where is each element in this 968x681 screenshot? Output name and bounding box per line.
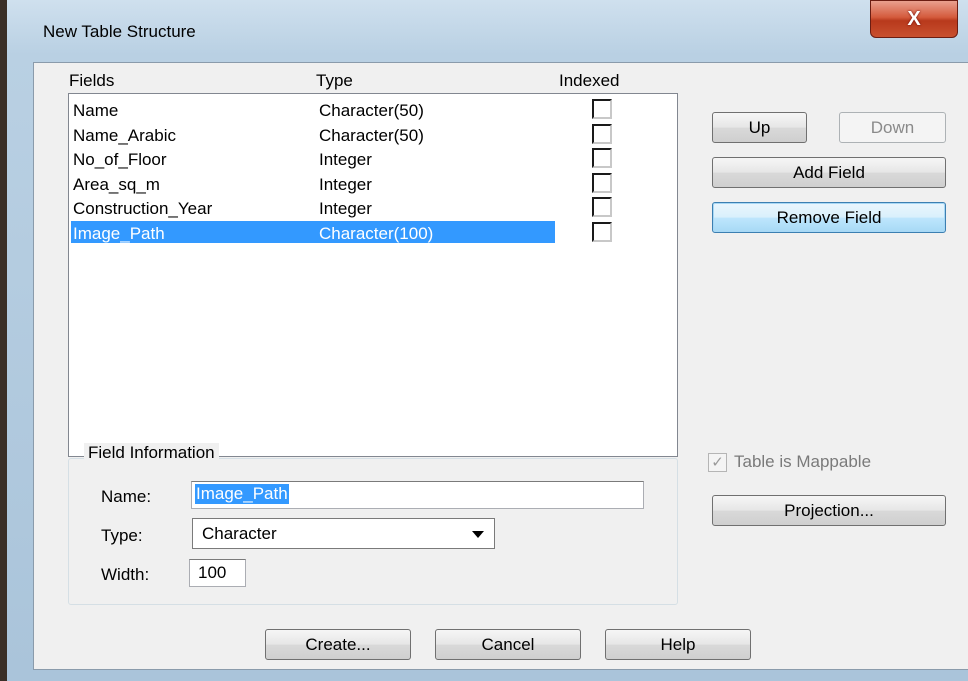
width-input[interactable]: 100 bbox=[189, 559, 246, 587]
field-row[interactable]: Image_Path Character(100) bbox=[69, 220, 677, 245]
checkmark-icon: ✓ bbox=[711, 454, 724, 471]
field-name: Name_Arabic bbox=[73, 125, 176, 145]
chevron-down-icon bbox=[472, 531, 484, 538]
indexed-checkbox[interactable] bbox=[592, 99, 612, 119]
width-input-value: 100 bbox=[198, 563, 227, 582]
indexed-checkbox[interactable] bbox=[592, 148, 612, 168]
field-type: Integer bbox=[319, 150, 372, 169]
create-button[interactable]: Create... bbox=[265, 629, 411, 660]
field-row[interactable]: Construction_Year Integer bbox=[69, 196, 677, 220]
type-dropdown-value: Character bbox=[202, 524, 277, 543]
field-name: No_of_Floor bbox=[73, 150, 167, 169]
type-dropdown[interactable]: Character bbox=[192, 518, 495, 549]
close-icon: X bbox=[907, 7, 921, 30]
name-input[interactable]: Image_Path bbox=[191, 481, 644, 509]
dialog-window: New Table Structure X Fields Type Indexe… bbox=[0, 0, 968, 681]
title-bar[interactable]: New Table Structure X bbox=[7, 0, 968, 62]
column-header-fields: Fields bbox=[69, 71, 115, 90]
field-type: Character(100) bbox=[319, 223, 434, 243]
field-information-label: Field Information bbox=[84, 443, 219, 463]
indexed-checkbox[interactable] bbox=[592, 172, 612, 193]
dialog-client-area: Fields Type Indexed Name Character(50) Nam… bbox=[33, 62, 968, 670]
field-type: Integer bbox=[319, 174, 372, 194]
name-label: Name: bbox=[101, 487, 152, 506]
up-button[interactable]: Up bbox=[712, 112, 807, 143]
field-row[interactable]: Name_Arabic Character(50) bbox=[69, 123, 677, 147]
field-type: Integer bbox=[319, 199, 372, 218]
field-type: Character(50) bbox=[319, 101, 424, 120]
field-row[interactable]: Name Character(50) bbox=[69, 98, 677, 122]
fields-list[interactable]: Name Character(50) Name_Arabic Character(50… bbox=[68, 93, 678, 457]
column-header-indexed: Indexed bbox=[559, 71, 620, 90]
help-button[interactable]: Help bbox=[605, 629, 751, 660]
remove-field-button[interactable]: Remove Field bbox=[712, 202, 946, 233]
table-is-mappable-checkbox[interactable]: ✓ bbox=[708, 453, 727, 472]
down-button[interactable]: Down bbox=[839, 112, 946, 143]
add-field-button[interactable]: Add Field bbox=[712, 157, 946, 188]
indexed-checkbox[interactable] bbox=[592, 221, 612, 242]
field-name: Image_Path bbox=[73, 223, 165, 243]
field-row[interactable]: Area_sq_m Integer bbox=[69, 172, 677, 196]
indexed-checkbox[interactable] bbox=[592, 197, 612, 217]
table-is-mappable-label: Table is Mappable bbox=[734, 452, 872, 471]
field-name: Name bbox=[73, 101, 119, 120]
projection-button[interactable]: Projection... bbox=[712, 495, 946, 526]
dialog-title: New Table Structure bbox=[43, 22, 196, 41]
cancel-button[interactable]: Cancel bbox=[435, 629, 581, 660]
type-label: Type: bbox=[101, 526, 143, 545]
field-name: Area_sq_m bbox=[73, 174, 160, 194]
width-label: Width: bbox=[101, 565, 150, 584]
indexed-checkbox[interactable] bbox=[592, 123, 612, 144]
close-button[interactable]: X bbox=[870, 0, 958, 38]
field-type: Character(50) bbox=[319, 125, 424, 145]
name-input-value: Image_Path bbox=[195, 484, 289, 504]
field-row[interactable]: No_of_Floor Integer bbox=[69, 147, 677, 171]
field-name: Construction_Year bbox=[73, 199, 213, 218]
column-header-type: Type bbox=[316, 71, 353, 90]
